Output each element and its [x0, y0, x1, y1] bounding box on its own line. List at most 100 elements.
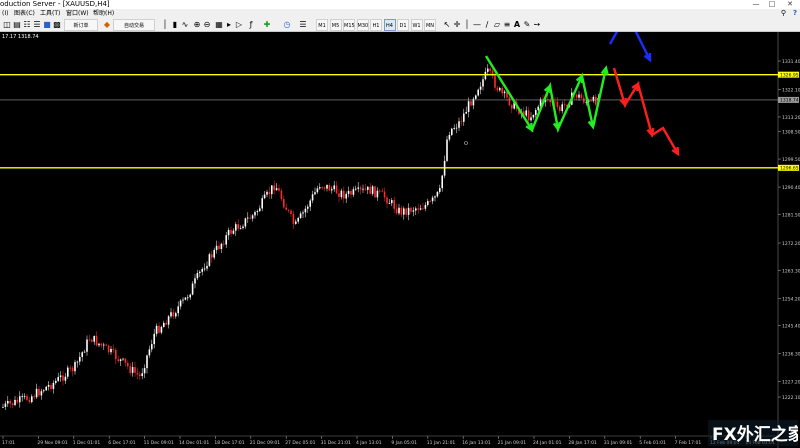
time-tick-label: 18 Dec 17:01	[214, 440, 244, 446]
timeframe-m1-button[interactable]: M1	[316, 19, 328, 31]
chart-canvas[interactable]: 17.17 1318.74 1326.95 1318.74 1296.65 1331…	[0, 32, 800, 448]
close-icon[interactable]: ✕	[784, 0, 796, 9]
candle-body	[422, 208, 424, 210]
candle-body	[213, 249, 215, 258]
cursor-icon[interactable]: ↖	[442, 20, 452, 30]
market-watch-icon[interactable]: ☷	[22, 20, 32, 30]
candle-body	[326, 184, 328, 189]
candlestick-icon[interactable]: ▮	[170, 20, 180, 30]
candle-body	[429, 201, 431, 202]
timeframe-m30-button[interactable]: M30	[356, 19, 369, 31]
candle-body	[283, 199, 285, 208]
line-chart-icon[interactable]: ∿	[180, 20, 190, 30]
add-indicator-icon[interactable]: ✚	[262, 20, 272, 30]
candle-body	[189, 294, 191, 298]
timeframe-h1-button[interactable]: H1	[370, 19, 382, 31]
candle-body	[501, 87, 503, 94]
auto-trading-button[interactable]: 自动交易	[113, 19, 155, 31]
candle-body	[311, 194, 314, 201]
periods-icon[interactable]: ◷	[282, 20, 292, 30]
new-chart-icon[interactable]: ◫	[2, 20, 12, 30]
templates-icon[interactable]: ☰	[298, 20, 308, 30]
indicators-icon[interactable]: ƒ	[246, 20, 256, 30]
price-chart[interactable]: 17.17 1318.74 1326.95 1318.74 1296.65 1331…	[0, 32, 800, 448]
zoom-out-icon[interactable]: ⊖	[202, 20, 212, 30]
candle-body	[398, 207, 400, 214]
candle-body	[340, 190, 343, 198]
candle-body	[263, 194, 266, 199]
candle-body	[415, 208, 417, 211]
price-tick-label: 1227.20	[782, 379, 800, 385]
candle-body	[496, 87, 499, 91]
crosshair-icon[interactable]: ✛	[452, 20, 462, 30]
text-tool-icon[interactable]: A	[512, 20, 522, 30]
metaeditor-icon[interactable]: ◆	[102, 20, 112, 30]
candle-body	[331, 189, 333, 191]
menu-item-help[interactable]: 帮助(H)	[93, 9, 114, 18]
candle-body	[256, 211, 259, 213]
candle-body	[76, 361, 79, 363]
timeframe-mn-button[interactable]: MN	[424, 19, 436, 31]
candle-body	[535, 110, 537, 116]
candle-body	[527, 110, 530, 121]
candle-body	[11, 403, 14, 406]
ohlc-readout: 17.17 1318.74	[2, 34, 39, 40]
timeframe-m5-button[interactable]: M5	[329, 19, 342, 31]
timeframe-h4-button[interactable]: H4	[383, 19, 396, 31]
candle-body	[338, 193, 340, 198]
channel-icon[interactable]: ▱	[492, 20, 502, 30]
candle-body	[578, 94, 580, 98]
candle-body	[268, 191, 271, 195]
candle-body	[235, 224, 237, 231]
candle-body	[278, 188, 280, 191]
horizontal-line-icon[interactable]: —	[472, 20, 482, 30]
candle-body	[247, 217, 249, 219]
candle-body	[81, 352, 83, 357]
menu-item-file[interactable]: (I)	[2, 9, 8, 18]
candle-body	[458, 121, 460, 128]
menu-item-charts[interactable]: 图表(C)	[14, 9, 35, 18]
candle-body	[91, 339, 93, 342]
zoom-in-icon[interactable]: ⊕	[192, 20, 202, 30]
candle-body	[177, 306, 179, 314]
vertical-line-icon[interactable]: │	[462, 20, 472, 30]
trendline-icon[interactable]: ∕	[482, 20, 492, 30]
bar-chart-icon[interactable]: │	[160, 20, 170, 30]
time-tick-label: 21 Dec 09:01	[250, 440, 280, 446]
candle-body	[479, 86, 482, 90]
timeframe-d1-button[interactable]: D1	[397, 19, 409, 31]
title-bar: oduction Server - [XAUUSD,H4] — □ ✕	[0, 0, 800, 9]
fibonacci-icon[interactable]: ≡	[502, 20, 512, 30]
data-window-icon[interactable]: ■	[42, 20, 52, 30]
candle-body	[79, 356, 81, 362]
tile-windows-icon[interactable]: ▦	[214, 20, 224, 30]
new-order-button[interactable]: 新订单	[64, 19, 98, 31]
time-tick-label: 4 Jan 13:01	[356, 440, 382, 446]
arrows-tool-icon[interactable]: ➙	[532, 20, 542, 30]
toolbar: ◫ ▤ ☷ ☰ ■ ▩ 新订单 ◆ 自动交易 │ ▮ ∿ ⊕ ⊖ ▦ ▸ ▷ ƒ…	[0, 18, 800, 32]
timeframe-m15-button[interactable]: M15	[343, 19, 355, 31]
menu-item-window[interactable]: 窗口(W)	[66, 9, 89, 18]
timeframe-w1-button[interactable]: W1	[410, 19, 423, 31]
minimize-icon[interactable]: —	[750, 0, 762, 9]
candle-body	[242, 226, 244, 229]
menu-item-tools[interactable]: 工具(T)	[40, 9, 60, 18]
candle-body	[201, 268, 203, 272]
candle-body	[23, 395, 26, 397]
candle-body	[494, 75, 496, 88]
candle-body	[554, 101, 556, 103]
candle-body	[31, 396, 33, 403]
help-icon[interactable]: ?	[793, 9, 797, 18]
navigator-icon[interactable]: ☰	[32, 20, 42, 30]
maximize-icon[interactable]: □	[766, 0, 778, 9]
terminal-icon[interactable]: ▩	[52, 20, 62, 30]
label-tool-icon[interactable]: ✎	[522, 20, 532, 30]
candle-body	[530, 117, 532, 121]
chart-shift-icon[interactable]: ▷	[234, 20, 244, 30]
profiles-icon[interactable]: ▤	[12, 20, 22, 30]
search-icon[interactable]: ⚲	[781, 9, 786, 18]
candle-body	[227, 230, 230, 236]
autoscroll-icon[interactable]: ▸	[224, 20, 234, 30]
candle-body	[244, 218, 247, 227]
candle-body	[26, 395, 28, 400]
